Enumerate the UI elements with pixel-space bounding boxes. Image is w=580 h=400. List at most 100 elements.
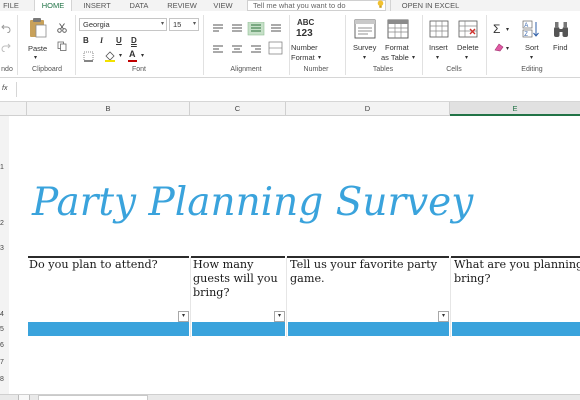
redo-icon[interactable]: [1, 42, 11, 52]
select-all-corner[interactable]: [0, 102, 27, 116]
format-as-table-icon[interactable]: [387, 19, 409, 39]
table-header-row[interactable]: [192, 322, 285, 336]
tab-insert[interactable]: INSERT: [78, 0, 116, 11]
tab-review[interactable]: REVIEW: [162, 0, 202, 11]
filter-dropdown-button[interactable]: ▾: [438, 311, 449, 322]
delete-dropdown-icon[interactable]: ▾: [465, 54, 468, 61]
tab-view[interactable]: VIEW: [206, 0, 240, 11]
row-header-2[interactable]: 2: [0, 220, 9, 227]
font-color-swatch: [128, 60, 137, 62]
question-bring[interactable]: What are you planning to bring?: [454, 258, 580, 286]
chevron-down-icon: ▾: [192, 21, 196, 27]
font-group-label: Font: [131, 66, 146, 73]
paste-icon[interactable]: [28, 17, 48, 39]
survey-button[interactable]: Survey: [353, 43, 376, 52]
clear-dropdown-icon[interactable]: ▾: [506, 45, 509, 52]
delete-cells-icon[interactable]: [458, 20, 478, 38]
formula-bar-divider: [16, 82, 17, 97]
font-color-button[interactable]: A: [129, 49, 136, 59]
tab-data[interactable]: DATA: [122, 0, 156, 11]
row-header-7[interactable]: 7: [0, 359, 9, 366]
undo-icon[interactable]: [1, 23, 11, 33]
number-format-digits: 123: [296, 28, 313, 39]
find-button[interactable]: Find: [553, 43, 568, 52]
tell-me-input[interactable]: Tell me what you want to do: [247, 0, 386, 11]
row-header-bar: 1 2 3 4 5 6 7 8: [0, 116, 9, 394]
undo-group-label: ndo: [1, 66, 13, 73]
insert-button[interactable]: Insert: [429, 43, 448, 52]
table-header-row[interactable]: [288, 322, 449, 336]
autosum-icon[interactable]: Σ: [493, 22, 500, 36]
font-size-select[interactable]: 15 ▾: [169, 18, 199, 31]
row-header-3[interactable]: 3: [0, 245, 9, 252]
lightbulb-icon: [377, 0, 384, 8]
svg-text:Z: Z: [524, 32, 528, 38]
alignment-buttons[interactable]: [211, 22, 283, 58]
gridline: [286, 257, 287, 337]
column-header-e[interactable]: E: [450, 102, 580, 116]
sheet-scroll-button[interactable]: [18, 395, 30, 400]
survey-title: Party Planning Survey: [32, 180, 474, 225]
formula-bar: fx: [0, 78, 580, 102]
delete-button[interactable]: Delete: [457, 43, 479, 52]
number-format-button-line2[interactable]: Format: [291, 53, 315, 62]
double-underline-button[interactable]: D: [131, 36, 137, 45]
paste-button[interactable]: Paste: [28, 44, 47, 53]
tab-home[interactable]: HOME: [34, 0, 72, 11]
format-as-table-dropdown-icon[interactable]: ▾: [412, 54, 415, 61]
row-header-4[interactable]: 4: [0, 311, 9, 318]
ribbon-tab-bar: FILE HOME INSERT DATA REVIEW VIEW Tell m…: [0, 0, 580, 11]
bold-button[interactable]: B: [83, 36, 89, 45]
underline-button[interactable]: U: [116, 36, 122, 45]
survey-icon[interactable]: [354, 19, 376, 39]
alignment-group-label: Alignment: [230, 66, 262, 73]
cells-group-label: Cells: [446, 66, 462, 73]
fill-color-dropdown-icon[interactable]: ▾: [119, 52, 122, 59]
group-separator: [486, 15, 487, 75]
filter-dropdown-button[interactable]: ▾: [274, 311, 285, 322]
survey-dropdown-icon[interactable]: ▾: [363, 54, 366, 61]
italic-button[interactable]: I: [100, 36, 103, 45]
question-attend[interactable]: Do you plan to attend?: [29, 258, 189, 272]
font-family-select[interactable]: Georgia ▾: [79, 18, 167, 31]
gridline: [190, 257, 191, 337]
question-guests[interactable]: How many guests will you bring?: [193, 258, 285, 300]
format-as-table-button[interactable]: Format: [385, 43, 409, 52]
column-header-c[interactable]: C: [190, 102, 286, 116]
column-header-d[interactable]: D: [286, 102, 450, 116]
question-party-game[interactable]: Tell us your favorite party game.: [290, 258, 448, 286]
font-color-dropdown-icon[interactable]: ▾: [141, 52, 144, 59]
row-header-6[interactable]: 6: [0, 342, 9, 349]
number-format-button[interactable]: Number: [291, 43, 318, 52]
autosum-dropdown-icon[interactable]: ▾: [506, 26, 509, 33]
fx-icon[interactable]: fx: [2, 85, 7, 92]
fill-color-icon[interactable]: [104, 50, 117, 62]
find-binoculars-icon[interactable]: [553, 21, 569, 39]
borders-icon[interactable]: [83, 51, 94, 62]
number-format-abc: ABC: [297, 18, 315, 27]
formula-input[interactable]: [18, 81, 578, 98]
row-header-1[interactable]: 1: [0, 164, 9, 171]
column-header-b[interactable]: B: [27, 102, 190, 116]
sort-button[interactable]: Sort: [525, 43, 539, 52]
insert-dropdown-icon[interactable]: ▾: [436, 54, 439, 61]
row-header-5[interactable]: 5: [0, 326, 9, 333]
sheet-tab[interactable]: [38, 395, 148, 400]
paste-dropdown-icon[interactable]: ▾: [34, 54, 37, 61]
group-separator: [345, 15, 346, 75]
copy-icon[interactable]: [57, 41, 67, 51]
number-format-dropdown-icon[interactable]: ▾: [318, 54, 321, 61]
clear-eraser-icon[interactable]: [493, 42, 504, 52]
tab-file[interactable]: FILE: [0, 0, 22, 11]
row-header-8[interactable]: 8: [0, 376, 9, 383]
cut-icon[interactable]: [57, 23, 67, 33]
table-header-row[interactable]: [452, 322, 580, 336]
filter-dropdown-button[interactable]: ▾: [178, 311, 189, 322]
open-in-excel-button[interactable]: OPEN IN EXCEL: [390, 0, 470, 11]
insert-cells-icon[interactable]: [429, 20, 449, 38]
sort-az-icon[interactable]: A Z: [522, 20, 540, 39]
table-header-row[interactable]: [28, 322, 189, 336]
sort-dropdown-icon[interactable]: ▾: [530, 54, 533, 61]
format-as-table-button-line2[interactable]: as Table: [381, 53, 409, 62]
clipboard-group-label: Clipboard: [32, 66, 62, 73]
